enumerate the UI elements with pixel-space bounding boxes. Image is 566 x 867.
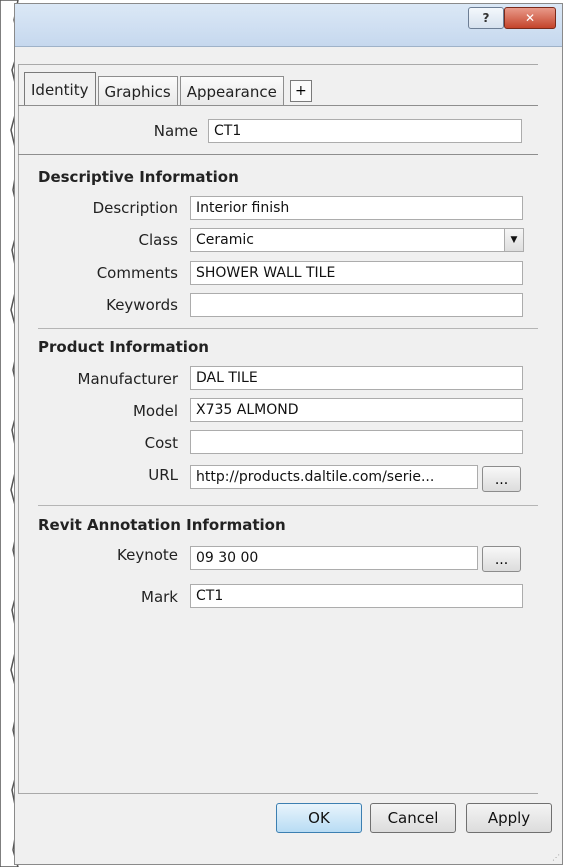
keynote-input[interactable]: 09 30 00 — [190, 546, 478, 570]
tab-bar: Identity Graphics Appearance + — [24, 70, 312, 106]
ellipsis-icon: ... — [494, 552, 509, 568]
ok-button[interactable]: OK — [276, 803, 362, 833]
cancel-button[interactable]: Cancel — [370, 803, 456, 833]
title-bar: ? ✕ — [15, 4, 562, 47]
tab-label: Identity — [31, 80, 89, 99]
class-dropdown[interactable]: Ceramic ▼ — [190, 228, 524, 252]
question-mark-icon: ? — [482, 11, 490, 25]
cost-input[interactable] — [190, 430, 523, 454]
resize-grip-icon[interactable]: ⋰ — [552, 853, 562, 863]
class-label: Class — [138, 231, 178, 249]
name-label: Name — [153, 122, 198, 140]
section-divider — [38, 505, 538, 506]
keynote-label: Keynote — [117, 546, 178, 564]
mark-label: Mark — [141, 588, 178, 606]
help-button[interactable]: ? — [468, 7, 504, 29]
name-divider — [18, 154, 538, 155]
description-label: Description — [92, 199, 178, 217]
section-product-title: Product Information — [38, 338, 209, 356]
chevron-down-icon[interactable]: ▼ — [504, 229, 523, 251]
ellipsis-icon: ... — [494, 472, 509, 488]
name-input[interactable]: CT1 — [208, 119, 522, 143]
close-button[interactable]: ✕ — [504, 7, 556, 29]
section-revit-title: Revit Annotation Information — [38, 516, 286, 534]
url-browse-button[interactable]: ... — [482, 466, 521, 492]
tab-divider — [18, 105, 538, 106]
close-icon: ✕ — [524, 11, 536, 25]
class-value: Ceramic — [196, 232, 254, 248]
comments-input[interactable]: SHOWER WALL TILE — [190, 261, 523, 285]
keynote-browse-button[interactable]: ... — [482, 546, 521, 572]
tab-graphics[interactable]: Graphics — [97, 76, 178, 106]
url-label: URL — [148, 466, 178, 484]
add-tab-button[interactable]: + — [289, 80, 312, 102]
section-descriptive-title: Descriptive Information — [38, 168, 239, 186]
model-input[interactable]: X735 ALMOND — [190, 398, 523, 422]
cost-label: Cost — [144, 434, 178, 452]
keywords-label: Keywords — [106, 296, 178, 314]
plus-icon: + — [294, 83, 307, 99]
manufacturer-input[interactable]: DAL TILE — [190, 366, 523, 390]
apply-button[interactable]: Apply — [466, 803, 552, 833]
manufacturer-label: Manufacturer — [77, 370, 179, 388]
tab-appearance[interactable]: Appearance — [179, 76, 284, 106]
description-input[interactable]: Interior finish — [190, 196, 523, 220]
tab-identity[interactable]: Identity — [24, 72, 96, 106]
mark-input[interactable]: CT1 — [190, 584, 523, 608]
url-input[interactable]: http://products.daltile.com/serie... — [190, 465, 478, 489]
section-divider — [38, 328, 538, 329]
tab-label: Appearance — [186, 82, 277, 101]
comments-label: Comments — [96, 264, 178, 282]
tab-label: Graphics — [104, 82, 171, 101]
model-label: Model — [132, 402, 178, 420]
keywords-input[interactable] — [190, 293, 523, 317]
